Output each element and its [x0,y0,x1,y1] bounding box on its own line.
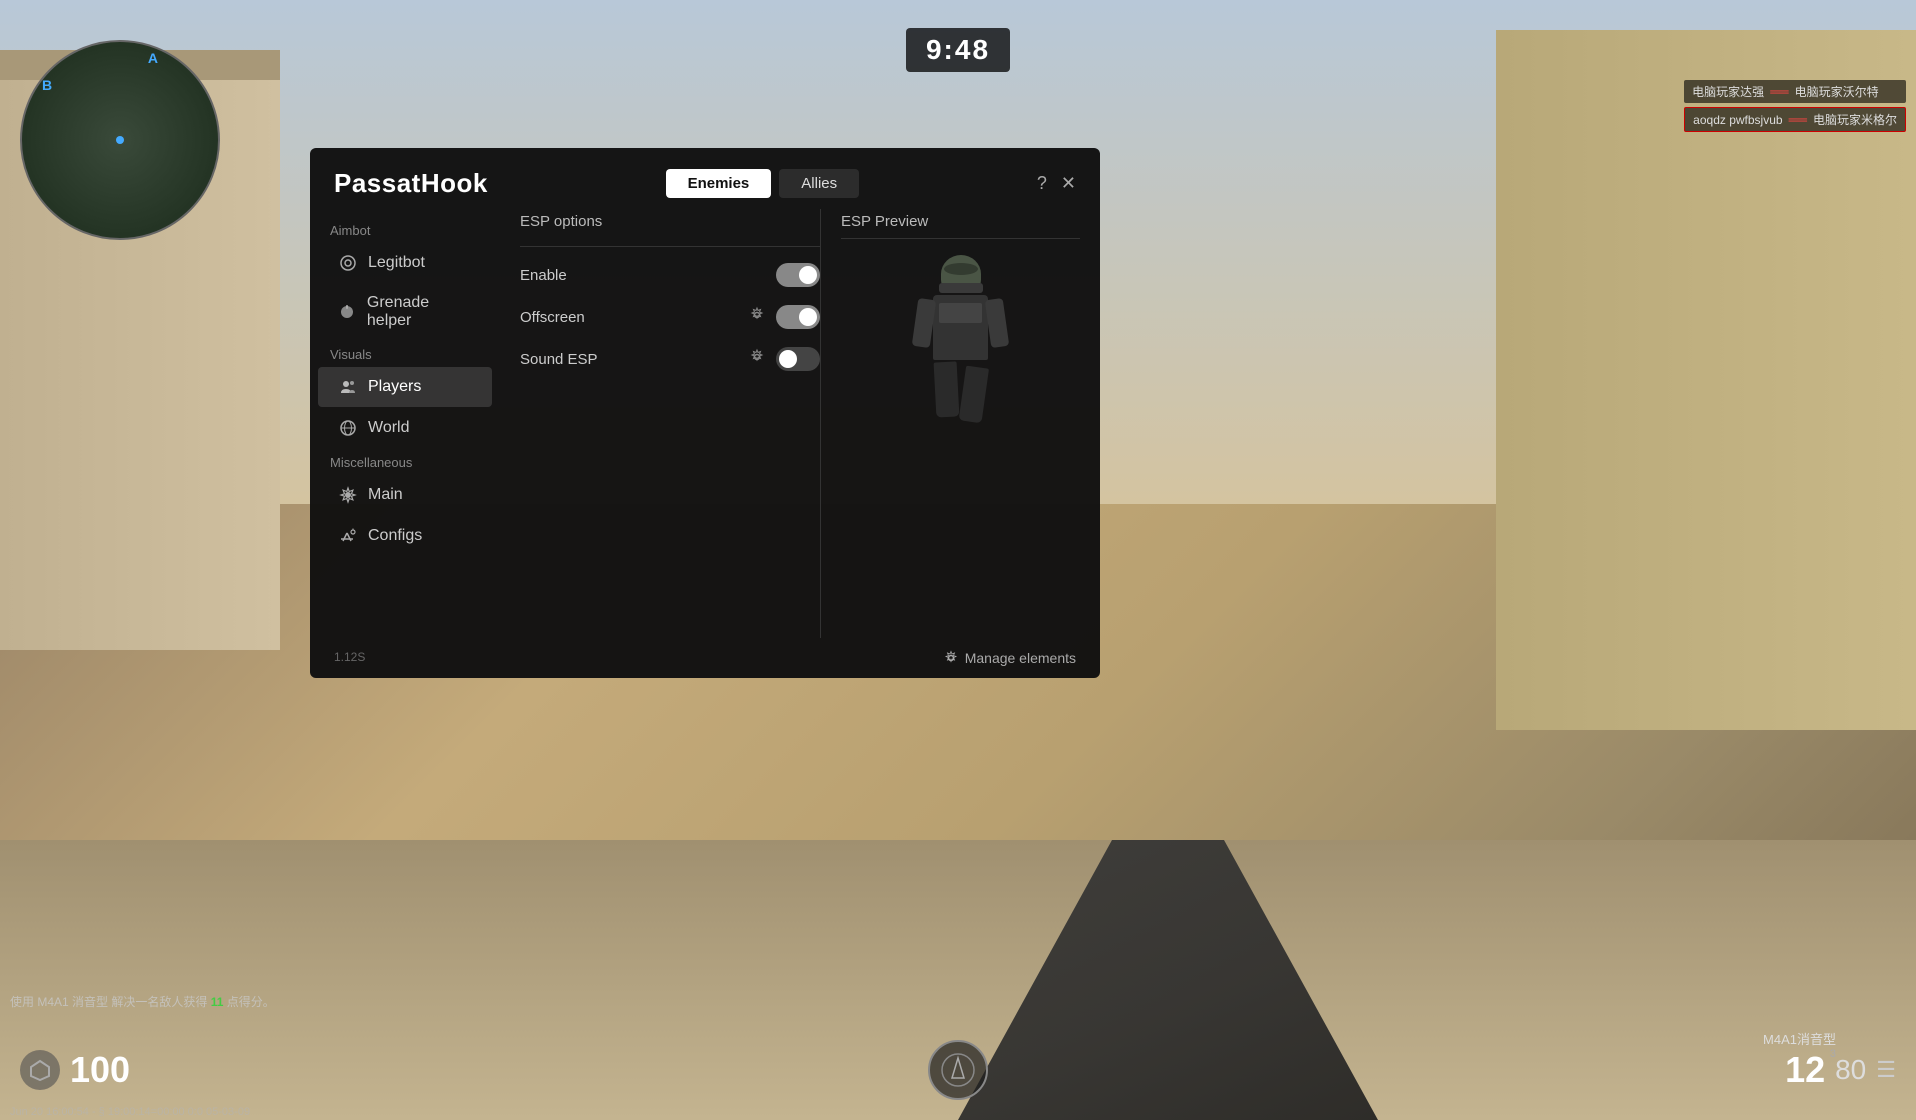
soldier-figure [933,255,988,417]
ammo-icon: ☰ [1876,1057,1896,1083]
center-emblem [928,1040,988,1100]
health-value: 100 [70,1049,130,1091]
timestamp: Jun 20 16:00:54 - § 19:00:14=00:00 0:0 0… [10,1106,250,1118]
hud-top: 9:48 [0,0,1916,140]
armor-icon [29,1059,51,1081]
esp-row-sound: Sound ESP [520,347,820,371]
esp-sound-label: Sound ESP [520,351,738,368]
manage-elements-label: Manage elements [965,650,1076,666]
main-icon [338,485,358,505]
soldier-head [941,255,981,293]
cheat-menu: PassatHook Enemies Allies ? ✕ Aimbot Leg… [310,148,1100,678]
esp-sound-toggle[interactable] [776,347,820,371]
minimap-player-dot [116,136,124,144]
sidebar-section-misc: Miscellaneous [310,449,500,474]
killfeed-item-1: 电脑玩家达强 ══ 电脑玩家沃尔特 [1684,80,1906,103]
menu-controls: ? ✕ [1037,173,1076,194]
soldier-legs [935,362,986,417]
esp-sound-gear[interactable] [748,348,766,371]
sidebar-item-world[interactable]: World [318,408,492,448]
esp-offscreen-label: Offscreen [520,309,738,326]
tab-allies[interactable]: Allies [779,169,859,198]
soldier-leg-left [934,361,960,417]
esp-enable-knob [799,266,817,284]
esp-preview-title: ESP Preview [841,209,1080,230]
minimap-label-a: A [148,50,158,66]
bottom-left-message: 使用 M4A1 消音型 解决一名敌人获得 11 点得分。 [10,993,275,1010]
esp-offscreen-knob [799,308,817,326]
preview-character [841,255,1080,417]
sidebar-item-players[interactable]: Players [318,367,492,407]
grenade-icon [338,302,357,322]
score-value: 12 [1785,1049,1825,1091]
game-timer: 9:48 [906,28,1010,72]
menu-title: PassatHook [334,168,488,199]
sidebar-item-grenade-helper[interactable]: Grenade helper [318,284,492,340]
killfeed: 电脑玩家达强 ══ 电脑玩家沃尔特 aoqdz pwfbsjvub ══ 电脑玩… [1684,80,1906,132]
legitbot-label: Legitbot [368,254,425,272]
grenade-helper-label: Grenade helper [367,294,472,330]
esp-offscreen-toggle[interactable] [776,305,820,329]
tab-enemies[interactable]: Enemies [666,169,772,198]
esp-options-divider [520,246,820,247]
menu-tabs: Enemies Allies [666,169,860,198]
sidebar-section-visuals: Visuals [310,341,500,366]
menu-sidebar: Aimbot Legitbot Grenade helper [310,209,500,638]
ammo-value: 80 [1835,1054,1866,1086]
legitbot-icon [338,253,358,273]
esp-options-col: ESP options Enable Offscreen [520,209,820,638]
esp-options-title: ESP options [520,209,820,230]
esp-enable-label: Enable [520,267,766,284]
esp-sound-knob [779,350,797,368]
manage-elements-gear-icon [943,650,959,666]
menu-content: ESP options Enable Offscreen [500,209,1100,638]
health-area: 100 [20,1049,130,1091]
sidebar-item-legitbot[interactable]: Legitbot [318,243,492,283]
points-value: 11 [211,995,224,1009]
esp-enable-toggle[interactable] [776,263,820,287]
hud-bottom: 100 12 80 ☰ [0,1020,1916,1120]
soldier-arm-left [912,298,937,348]
soldier-leg-right [959,366,989,424]
close-button[interactable]: ✕ [1061,173,1076,194]
sidebar-item-configs[interactable]: Configs [318,516,492,556]
main-label: Main [368,486,403,504]
sidebar-item-main[interactable]: Main [318,475,492,515]
soldier-body [933,295,988,360]
world-icon [338,418,358,438]
esp-preview-col: ESP Preview [820,209,1080,638]
world-label: World [368,419,410,437]
esp-row-offscreen: Offscreen [520,305,820,329]
menu-header: PassatHook Enemies Allies ? ✕ [310,148,1100,209]
version-label: 1.12S [334,650,365,664]
players-label: Players [368,378,421,396]
esp-offscreen-gear[interactable] [748,306,766,329]
configs-label: Configs [368,527,422,545]
players-icon [338,377,358,397]
minimap: A B [20,40,220,240]
soldier-arm-right [985,298,1010,348]
minimap-label-b: B [42,77,52,93]
health-icon [20,1050,60,1090]
player-kill-message: 使用 M4A1 消音型 解决一名敌人获得 11 点得分。 [10,993,275,1010]
help-button[interactable]: ? [1037,173,1047,194]
manage-elements-area[interactable]: Manage elements [310,638,1100,678]
configs-icon [338,526,358,546]
content-columns: ESP options Enable Offscreen [520,209,1080,638]
esp-row-enable: Enable [520,263,820,287]
menu-body: Aimbot Legitbot Grenade helper [310,209,1100,638]
score-area: 12 80 ☰ [1785,1049,1896,1091]
preview-divider [841,238,1080,239]
sidebar-section-aimbot: Aimbot [310,217,500,242]
killfeed-item-2: aoqdz pwfbsjvub ══ 电脑玩家米格尔 [1684,107,1906,132]
